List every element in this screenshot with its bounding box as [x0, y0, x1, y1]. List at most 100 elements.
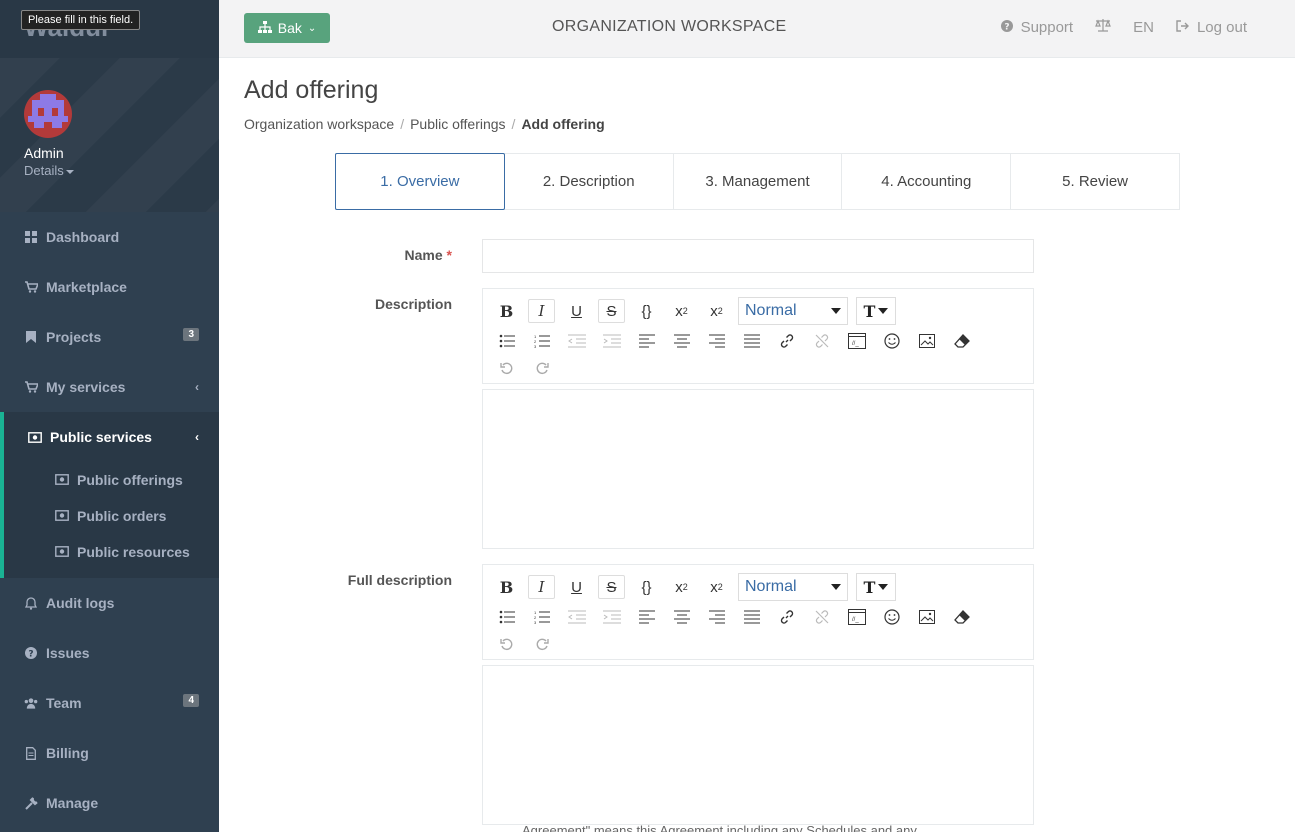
format-select[interactable]: Normal [738, 573, 848, 601]
indent-icon[interactable] [598, 329, 625, 353]
sidebar-item-my-services[interactable]: My services ‹ [0, 362, 219, 412]
sidebar-item-audit-logs[interactable]: Audit logs [0, 578, 219, 628]
align-justify-icon[interactable] [738, 329, 765, 353]
link-icon[interactable] [773, 605, 800, 629]
eraser-icon[interactable] [948, 605, 975, 629]
emoji-icon[interactable] [878, 329, 905, 353]
format-select[interactable]: Normal [738, 297, 848, 325]
dashboard-icon [24, 230, 38, 244]
redo-icon[interactable] [528, 633, 555, 657]
italic-button[interactable]: I [528, 299, 555, 323]
align-justify-icon[interactable] [738, 605, 765, 629]
project-selector-button[interactable]: Bak ⌄ [244, 13, 330, 43]
undo-icon[interactable] [493, 357, 520, 381]
caret-down-icon [831, 308, 841, 314]
code-block-button[interactable]: {} [633, 299, 660, 323]
undo-icon[interactable] [493, 633, 520, 657]
breadcrumb-link-organization[interactable]: Organization workspace [244, 116, 394, 132]
sidebar-item-label: My services [46, 379, 126, 395]
image-icon[interactable] [913, 329, 940, 353]
align-center-icon[interactable] [668, 329, 695, 353]
breadcrumb: Organization workspace / Public offerings /… [244, 116, 605, 132]
strikethrough-button[interactable]: S [598, 299, 625, 323]
logout-link[interactable]: Log out [1176, 19, 1247, 36]
terms-link[interactable] [1095, 18, 1111, 36]
source-code-icon[interactable]: //_ [843, 605, 870, 629]
name-input[interactable] [482, 239, 1034, 273]
outdent-icon[interactable] [563, 605, 590, 629]
underline-button[interactable]: U [563, 299, 590, 323]
profile-details-dropdown[interactable]: Details [24, 163, 74, 178]
sidebar-item-team[interactable]: Team 4 [0, 678, 219, 728]
superscript-button[interactable]: x2 [668, 299, 695, 323]
sidebar-item-billing[interactable]: Billing [0, 728, 219, 778]
source-code-icon[interactable]: //_ [843, 329, 870, 353]
image-icon[interactable] [913, 605, 940, 629]
code-block-button[interactable]: {} [633, 575, 660, 599]
wizard-step-overview[interactable]: 1. Overview [335, 153, 505, 210]
wizard-steps: 1. Overview 2. Description 3. Management… [335, 153, 1180, 210]
wizard-step-description[interactable]: 2. Description [505, 154, 674, 209]
sidebar-item-marketplace[interactable]: Marketplace [0, 262, 219, 312]
sidebar-subitem-public-resources[interactable]: Public resources [4, 534, 219, 578]
bookmark-icon [24, 330, 38, 344]
main-content: Add offering Organization workspace / Publ… [219, 58, 1295, 832]
chevron-down-icon: ⌄ [307, 22, 317, 34]
font-size-select[interactable]: T [856, 297, 896, 325]
numbered-list-icon[interactable]: 123 [528, 329, 555, 353]
wizard-step-review[interactable]: 5. Review [1011, 154, 1179, 209]
unlink-icon[interactable] [808, 329, 835, 353]
sidebar-item-manage[interactable]: Manage [0, 778, 219, 828]
subscript-button[interactable]: x2 [703, 299, 730, 323]
superscript-button[interactable]: x2 [668, 575, 695, 599]
chevron-left-icon: ‹ [195, 430, 199, 444]
align-center-icon[interactable] [668, 605, 695, 629]
wizard-step-management[interactable]: 3. Management [674, 154, 843, 209]
money-icon [55, 472, 69, 488]
align-left-icon[interactable] [633, 329, 660, 353]
eraser-icon[interactable] [948, 329, 975, 353]
sidebar-item-public-services[interactable]: Public services ‹ [4, 412, 219, 462]
avatar[interactable] [24, 90, 72, 138]
underline-button[interactable]: U [563, 575, 590, 599]
description-editor[interactable] [482, 389, 1034, 549]
support-link[interactable]: ? Support [1000, 19, 1073, 36]
font-size-select[interactable]: T [856, 573, 896, 601]
sidebar-item-label: Dashboard [46, 229, 120, 245]
numbered-list-icon[interactable]: 123 [528, 605, 555, 629]
subscript-button[interactable]: x2 [703, 575, 730, 599]
strikethrough-button[interactable]: S [598, 575, 625, 599]
emoji-icon[interactable] [878, 605, 905, 629]
bold-button[interactable]: B [493, 299, 520, 323]
money-icon [55, 544, 69, 560]
caret-down-icon [65, 169, 74, 174]
italic-button[interactable]: I [528, 575, 555, 599]
sidebar-subitem-label: Public resources [77, 544, 190, 560]
format-select-value: Normal [745, 578, 797, 595]
cart-icon [24, 380, 38, 394]
svg-text://_: //_ [852, 617, 859, 623]
wrench-icon [24, 796, 38, 810]
outdent-icon[interactable] [563, 329, 590, 353]
bulleted-list-icon[interactable] [493, 605, 520, 629]
sidebar-subitem-public-offerings[interactable]: Public offerings [4, 462, 219, 498]
bold-button[interactable]: B [493, 575, 520, 599]
bulleted-list-icon[interactable] [493, 329, 520, 353]
align-right-icon[interactable] [703, 605, 730, 629]
link-icon[interactable] [773, 329, 800, 353]
wizard-step-accounting[interactable]: 4. Accounting [842, 154, 1012, 209]
language-selector[interactable]: EN [1133, 19, 1154, 36]
unlink-icon[interactable] [808, 605, 835, 629]
sidebar-subitem-public-orders[interactable]: Public orders [4, 498, 219, 534]
sidebar-item-projects[interactable]: Projects 3 [0, 312, 219, 362]
align-right-icon[interactable] [703, 329, 730, 353]
full-description-editor[interactable] [482, 665, 1034, 825]
redo-icon[interactable] [528, 357, 555, 381]
top-navbar: Bak ⌄ ORGANIZATION WORKSPACE ? Support E… [219, 0, 1295, 58]
sidebar-item-issues[interactable]: ? Issues [0, 628, 219, 678]
sidebar-item-dashboard[interactable]: Dashboard [0, 212, 219, 262]
align-left-icon[interactable] [633, 605, 660, 629]
breadcrumb-link-public-offerings[interactable]: Public offerings [410, 116, 505, 132]
indent-icon[interactable] [598, 605, 625, 629]
chevron-left-icon: ‹ [195, 380, 199, 394]
